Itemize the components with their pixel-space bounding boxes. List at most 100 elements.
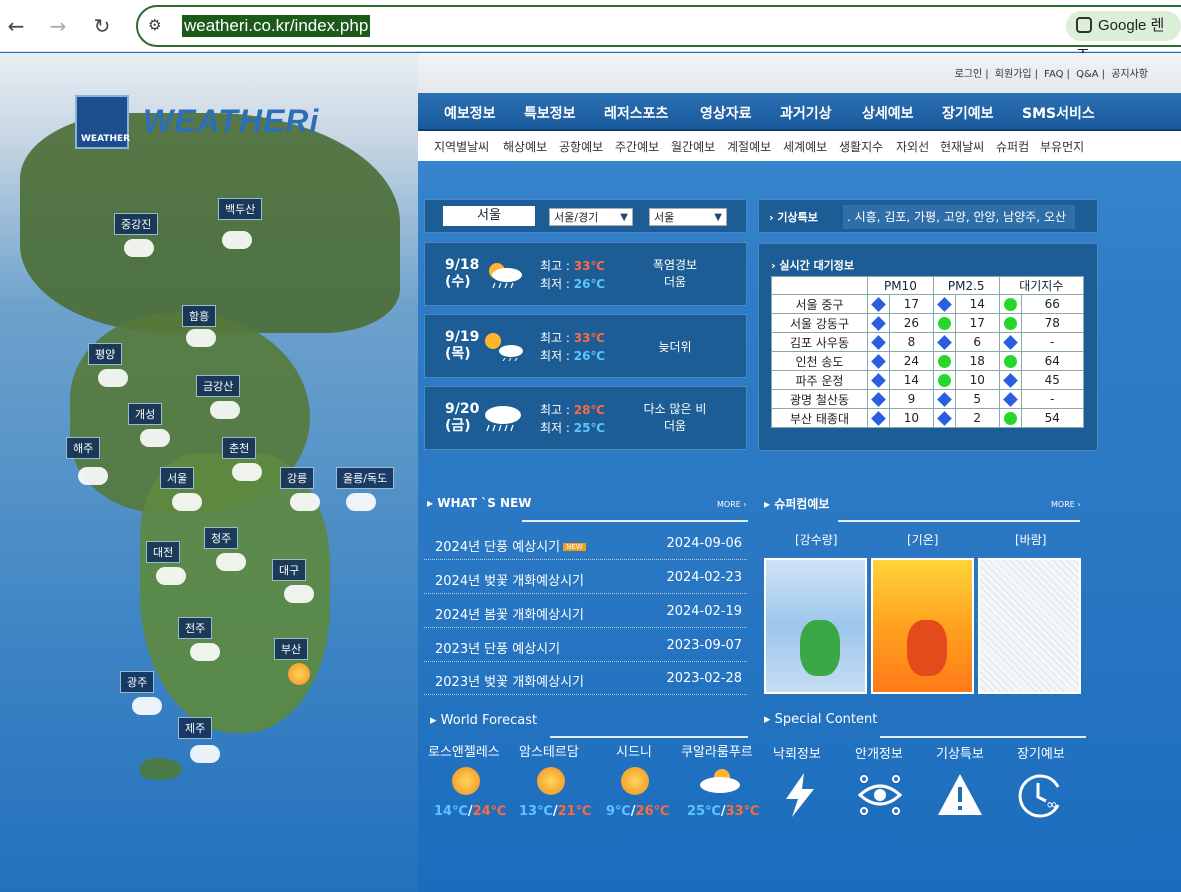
current-city[interactable]: 서울 [443,206,535,226]
subnav-seasonal[interactable]: 계절예보 [727,138,771,155]
reload-icon[interactable]: ↻ [88,12,116,40]
map-city-daejeon[interactable]: 대전 [146,541,181,563]
subnav-regional[interactable]: 지역별날씨 [434,138,489,155]
special-fog-label[interactable]: 안개정보 [855,743,903,762]
signup-link[interactable]: 회원가입 [995,69,1032,80]
map-city-jeonju[interactable]: 전주 [178,617,213,639]
url-text[interactable]: weatheri.co.kr/index.php [182,15,371,37]
nav-sms[interactable]: SMS서비스 [1022,103,1095,123]
map-land-jeju [140,758,182,780]
sun-icon [288,663,310,685]
station-name: 파주 운정 [771,370,868,390]
google-lens-button[interactable]: Google 렌즈 [1066,11,1181,64]
nav-leisure[interactable]: 레저스포츠 [604,103,668,123]
map-city-busan[interactable]: 부산 [274,638,309,660]
notice-link[interactable]: 공지사항 [1111,69,1148,80]
forecast-card[interactable]: 9/20 (금) 최고 : 28℃ 최저 : 25℃ 다소 많은 비 더움 [424,386,747,450]
qna-link[interactable]: Q&A [1076,69,1099,80]
back-arrow-icon[interactable]: ← [2,12,30,40]
subnav-airport[interactable]: 공항예보 [559,138,603,155]
cloud-icon [216,553,246,571]
high-temp: 최고 : 28℃ [540,403,606,417]
map-city-baekdusan[interactable]: 백두산 [218,198,263,220]
faq-link[interactable]: FAQ [1044,69,1063,80]
map-city-seoul[interactable]: 서울 [160,467,195,489]
map-city-ulleung[interactable]: 울릉/독도 [336,467,395,489]
news-item[interactable]: 2023년 벚꽃 개화예상시기 2023-02-28 [424,662,747,695]
nav-forecast[interactable]: 예보정보 [444,103,496,123]
cloud-icon [284,585,314,603]
news-item[interactable]: 2024년 벚꽃 개화예상시기 2024-02-23 [424,561,747,594]
subnav-weekly[interactable]: 주간예보 [615,138,659,155]
forecast-date: 9/19 (목) [445,329,480,362]
world-city-name[interactable]: 쿠알라룸푸르 [681,741,753,760]
alert-ticker[interactable]: . 시흥, 김포, 가평, 고양, 안양, 남양주, 오산 [843,205,1075,229]
address-bar[interactable]: ⚙ weatheri.co.kr/index.php [136,5,1181,47]
map-city-gaeseong[interactable]: 개성 [128,403,163,425]
special-lightning-label[interactable]: 낙뢰정보 [773,743,821,762]
precip-map-image[interactable] [764,558,867,694]
logo-emblem: WEATHER [75,95,130,149]
nav-longterm[interactable]: 장기예보 [942,103,994,123]
map-city-geumgangsan[interactable]: 금강산 [196,375,241,397]
whats-new-more-link[interactable]: MORE › [717,500,747,509]
warning-icon[interactable] [936,771,984,819]
svg-text:∞: ∞ [1046,797,1058,813]
aqi-status-icon [1003,317,1017,330]
temp-map-image[interactable] [871,558,974,694]
aqi-status-icon [1003,298,1017,311]
nav-detailed[interactable]: 상세예보 [862,103,914,123]
map-city-cheongju[interactable]: 청주 [204,527,239,549]
nav-warning[interactable]: 특보정보 [524,103,576,123]
news-item[interactable]: 2024년 봄꽃 개화예상시기 2024-02-19 [424,595,747,628]
subnav-supercom[interactable]: 슈퍼컴 [996,138,1029,155]
world-city-name[interactable]: 시드니 [616,741,652,760]
map-city-jeju[interactable]: 제주 [178,717,213,739]
subnav-life-index[interactable]: 생활지수 [839,138,883,155]
news-item[interactable]: 2023년 단풍 예상시기 2023-09-07 [424,629,747,662]
fog-eye-icon[interactable] [856,771,904,819]
login-link[interactable]: 로그인 [955,69,983,80]
map-city-pyongyang[interactable]: 평양 [88,343,123,365]
subnav-monthly[interactable]: 월간예보 [671,138,715,155]
nav-past-weather[interactable]: 과거기상 [780,103,832,123]
cloud-rain-icon [485,406,521,432]
map-city-chuncheon[interactable]: 춘천 [222,437,257,459]
nav-imagery[interactable]: 영상자료 [700,103,752,123]
site-info-icon[interactable]: ⚙ [148,16,161,34]
forward-arrow-icon[interactable]: → [44,12,72,40]
korea-map[interactable]: WEATHER WEATHERi 중강진 백두산 함흥 평양 금강산 개성 해주… [0,53,418,892]
world-city-name[interactable]: 암스테르담 [519,741,579,760]
pm25-value: 10 [954,370,1000,390]
subnav-uv[interactable]: 자외선 [896,138,929,155]
forecast-card[interactable]: 9/18 (수) 최고 : 33℃ 최저 : 26℃ 폭염경보 더움 [424,242,747,306]
map-city-gwangju[interactable]: 광주 [120,671,155,693]
map-city-gangneung[interactable]: 강릉 [280,467,315,489]
map-city-haeju[interactable]: 해주 [66,437,101,459]
wind-map-image[interactable] [978,558,1081,694]
subnav-dust[interactable]: 부유먼지 [1040,138,1084,155]
supercom-more-link[interactable]: MORE › [1051,500,1081,509]
site-logo[interactable]: WEATHER WEATHERi [75,95,318,151]
special-content-title: ▸ Special Content [764,712,878,727]
air-quality-row: 김포 사우동 8 6- [771,332,1085,352]
subnav-marine[interactable]: 해상예보 [503,138,547,155]
special-longterm-label[interactable]: 장기예보 [1017,743,1065,762]
pm10-status-icon [871,297,886,312]
station-name: 김포 사우동 [771,332,868,352]
region-select[interactable]: 서울/경기 ▼ [549,208,633,226]
news-item[interactable]: 2024년 단풍 예상시기 NEW 2024-09-06 [424,527,747,560]
forecast-card[interactable]: 9/19 (목) 최고 : 33℃ 최저 : 26℃ 늦더위 [424,314,747,378]
lightning-icon[interactable] [776,771,824,819]
subnav-world[interactable]: 세계예보 [783,138,827,155]
map-city-junggangjin[interactable]: 중강진 [114,213,159,235]
world-temp: 9℃/26℃ [606,804,670,819]
longterm-clock-icon[interactable]: ∞ [1018,771,1066,819]
city-select[interactable]: 서울 ▼ [649,208,727,226]
special-warning-label[interactable]: 기상특보 [936,743,984,762]
world-city-name[interactable]: 로스앤젤레스 [428,741,500,760]
chevron-down-icon: ▼ [714,212,722,223]
subnav-current[interactable]: 현재날씨 [940,138,984,155]
map-city-daegu[interactable]: 대구 [272,559,307,581]
map-city-hamheung[interactable]: 함흥 [182,305,217,327]
